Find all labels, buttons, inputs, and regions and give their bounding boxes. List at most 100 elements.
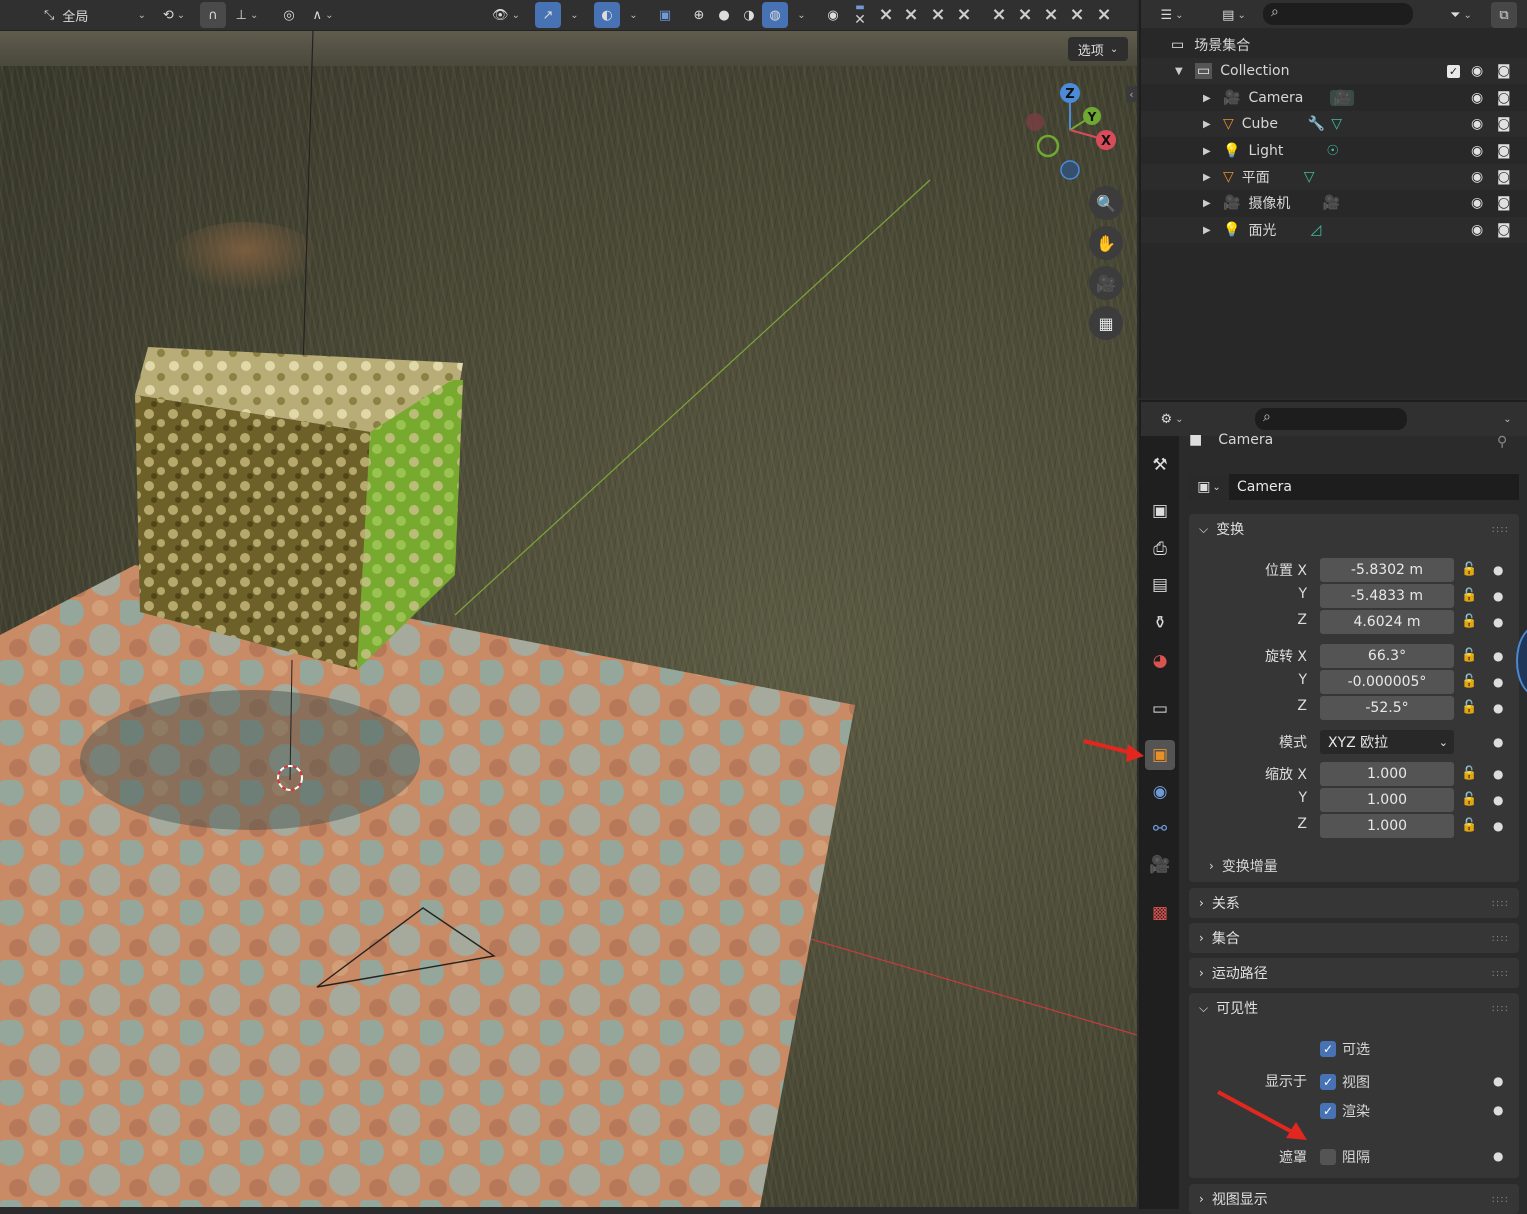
visibility-panel-header[interactable]: ⌵ 可见性 :::: bbox=[1189, 993, 1519, 1023]
camera-view-button[interactable]: 🎥 bbox=[1089, 266, 1123, 300]
outliner-search-input[interactable]: ⌕ bbox=[1263, 3, 1413, 25]
overlays-toggle[interactable]: ◐ bbox=[594, 2, 620, 28]
tab-physics[interactable]: ◉ bbox=[1145, 777, 1175, 807]
rendered-shading-button[interactable]: ◍ bbox=[762, 2, 788, 28]
tab-world[interactable]: ◕ bbox=[1145, 646, 1175, 676]
outliner-item-camera-2[interactable]: ▶ 🎥 摄像机 🎥 ◉ ◙ bbox=[1141, 190, 1527, 216]
gizmo-toggle[interactable]: ↗ bbox=[535, 2, 561, 28]
lock-rotation-y-icon[interactable]: 🔓 bbox=[1461, 674, 1477, 689]
rotation-x-field[interactable]: 66.3° bbox=[1320, 644, 1454, 668]
expand-right-icon[interactable]: ▶ bbox=[1203, 198, 1215, 209]
overlays-dropdown[interactable]: ⌄ bbox=[621, 2, 643, 28]
render-camera-icon[interactable]: ◙ bbox=[1497, 63, 1511, 79]
pin-icon[interactable]: ⚲ bbox=[1497, 434, 1507, 450]
drag-grip-icon[interactable]: :::: bbox=[1492, 1003, 1509, 1014]
check-icon[interactable]: ✓ bbox=[1320, 1103, 1336, 1119]
keyframe-dot-icon[interactable]: ● bbox=[1493, 1074, 1503, 1088]
solid-shading-button[interactable]: ● bbox=[711, 2, 737, 28]
render-camera-icon[interactable]: ◙ bbox=[1497, 143, 1511, 159]
render-camera-icon[interactable]: ◙ bbox=[1497, 116, 1511, 132]
holdout-checkbox-row[interactable]: 阻隔 bbox=[1320, 1147, 1370, 1167]
tab-texture[interactable]: ▩ bbox=[1145, 898, 1175, 928]
drag-grip-icon[interactable]: :::: bbox=[1492, 1194, 1509, 1205]
filter-dropdown[interactable]: ⏷ ⌄ bbox=[1443, 2, 1479, 28]
motion-paths-panel[interactable]: › 运动路径:::: bbox=[1189, 958, 1519, 988]
restrict-toggle-1[interactable]: ▬ ✕ bbox=[847, 2, 873, 28]
pivot-point-dropdown[interactable]: ⟲ ⌄ bbox=[155, 2, 193, 28]
lock-scale-z-icon[interactable]: 🔓 bbox=[1461, 818, 1477, 833]
outliner-item-cube[interactable]: ▶ ▽ Cube 🔧 ▽ ◉ ◙ bbox=[1141, 111, 1527, 137]
selectable-checkbox-row[interactable]: ✓ 可选 bbox=[1320, 1039, 1370, 1059]
restrict-toggle-3[interactable]: ⨯ bbox=[900, 2, 922, 28]
shading-dropdown[interactable]: ⌄ bbox=[789, 2, 811, 28]
lock-scale-y-icon[interactable]: 🔓 bbox=[1461, 792, 1477, 807]
keyframe-dot-icon[interactable]: ● bbox=[1493, 735, 1503, 749]
3d-viewport[interactable]: ⤡ 全局 ⌄ ⟲ ⌄ ∩ ⊥ ⌄ ◎ ∧ ⌄ 👁 ⌄ ↗ ⌄ ◐ ⌄ ▣ ⊕ ●… bbox=[0, 0, 1137, 1207]
transform-panel-header[interactable]: ⌵ 变换 :::: bbox=[1189, 514, 1519, 544]
keyframe-dot-icon[interactable]: ● bbox=[1493, 1103, 1503, 1117]
expand-down-icon[interactable]: ▼ bbox=[1175, 66, 1187, 77]
visibility-dropdown[interactable]: 👁 ⌄ bbox=[486, 2, 526, 28]
editor-type-dropdown[interactable]: ⚙ ⌄ bbox=[1153, 406, 1191, 432]
lock-rotation-z-icon[interactable]: 🔓 bbox=[1461, 700, 1477, 715]
outliner-item-light[interactable]: ▶ 💡 Light ☉ ◉ ◙ bbox=[1141, 138, 1527, 164]
restrict-toggle-4[interactable]: ⨯ bbox=[927, 2, 949, 28]
tab-tool[interactable]: ⚒ bbox=[1145, 450, 1175, 480]
show-in-viewport-checkbox-row[interactable]: ✓ 视图 bbox=[1320, 1072, 1370, 1092]
restrict-toggle-8[interactable]: ⨯ bbox=[1040, 2, 1062, 28]
keyframe-dot-icon[interactable]: ● bbox=[1493, 767, 1503, 781]
xray-toggle[interactable]: ▣ bbox=[652, 2, 678, 28]
check-icon[interactable]: ✓ bbox=[1320, 1074, 1336, 1090]
lock-location-z-icon[interactable]: 🔓 bbox=[1461, 614, 1477, 629]
holdout-checkbox[interactable] bbox=[1320, 1149, 1336, 1165]
delta-transform-subpanel[interactable]: › 变换增量 bbox=[1209, 854, 1278, 878]
drag-grip-icon[interactable]: :::: bbox=[1492, 933, 1509, 944]
location-y-field[interactable]: -5.4833 m bbox=[1320, 584, 1454, 608]
restrict-toggle-7[interactable]: ⨯ bbox=[1014, 2, 1036, 28]
eye-icon[interactable]: ◉ bbox=[1471, 195, 1483, 211]
location-x-field[interactable]: -5.8302 m bbox=[1320, 558, 1454, 582]
properties-search-input[interactable]: ⌕ bbox=[1255, 408, 1407, 430]
rotation-z-field[interactable]: -52.5° bbox=[1320, 696, 1454, 720]
lock-location-x-icon[interactable]: 🔓 bbox=[1461, 562, 1477, 577]
render-camera-icon[interactable]: ◙ bbox=[1497, 222, 1511, 238]
restrict-toggle-10[interactable]: ⨯ bbox=[1093, 2, 1115, 28]
tab-scene[interactable]: ⚱ bbox=[1145, 608, 1175, 638]
expand-right-icon[interactable]: ▶ bbox=[1203, 119, 1215, 130]
drag-grip-icon[interactable]: :::: bbox=[1492, 968, 1509, 979]
keyframe-dot-icon[interactable]: ● bbox=[1493, 701, 1503, 715]
eye-icon[interactable]: ◉ bbox=[1471, 90, 1483, 106]
proportional-edit-toggle[interactable]: ◎ bbox=[276, 2, 302, 28]
expand-right-icon[interactable]: ▶ bbox=[1203, 225, 1215, 236]
outliner-item-plane[interactable]: ▶ ▽ 平面 ▽ ◉ ◙ bbox=[1141, 164, 1527, 190]
lock-rotation-x-icon[interactable]: 🔓 bbox=[1461, 648, 1477, 663]
viewport-display-panel[interactable]: › 视图显示:::: bbox=[1189, 1184, 1519, 1214]
object-type-dropdown[interactable]: ▣ ⌄ bbox=[1189, 474, 1229, 500]
keyframe-dot-icon[interactable]: ● bbox=[1493, 1149, 1503, 1163]
restrict-toggle-2[interactable]: ⨯ bbox=[875, 2, 897, 28]
keyframe-dot-icon[interactable]: ● bbox=[1493, 615, 1503, 629]
restrict-toggle-6[interactable]: ⨯ bbox=[988, 2, 1010, 28]
sidebar-toggle-arrow[interactable]: ‹ bbox=[1126, 86, 1137, 102]
keyframe-dot-icon[interactable]: ● bbox=[1493, 649, 1503, 663]
tab-render[interactable]: ▣ bbox=[1145, 496, 1175, 526]
visibility-eye-button[interactable]: ◉ bbox=[820, 2, 846, 28]
scene-collection-row[interactable]: ▭ 场景集合 bbox=[1141, 32, 1527, 58]
relations-panel[interactable]: › 关系:::: bbox=[1189, 888, 1519, 918]
scale-z-field[interactable]: 1.000 bbox=[1320, 814, 1454, 838]
tab-object-data[interactable]: 🎥 bbox=[1145, 850, 1175, 880]
zoom-button[interactable]: 🔍 bbox=[1089, 186, 1123, 220]
location-z-field[interactable]: 4.6024 m bbox=[1320, 610, 1454, 634]
eye-icon[interactable]: ◉ bbox=[1471, 222, 1483, 238]
falloff-dropdown[interactable]: ∧ ⌄ bbox=[304, 2, 342, 28]
check-icon[interactable]: ✓ bbox=[1320, 1041, 1336, 1057]
eye-icon[interactable]: ◉ bbox=[1471, 169, 1483, 185]
new-collection-button[interactable]: ⧉ bbox=[1491, 2, 1517, 28]
drag-grip-icon[interactable]: :::: bbox=[1492, 524, 1509, 535]
collections-panel[interactable]: › 集合:::: bbox=[1189, 923, 1519, 953]
object-name-field[interactable] bbox=[1229, 474, 1519, 500]
display-mode-dropdown[interactable]: ▤ ⌄ bbox=[1215, 2, 1253, 28]
collection-row[interactable]: ▼ ▭ Collection ✓ ◉ ◙ bbox=[1141, 58, 1527, 84]
scale-x-field[interactable]: 1.000 bbox=[1320, 762, 1454, 786]
outliner-item-area-light[interactable]: ▶ 💡 面光 ◿ ◉ ◙ bbox=[1141, 217, 1527, 243]
